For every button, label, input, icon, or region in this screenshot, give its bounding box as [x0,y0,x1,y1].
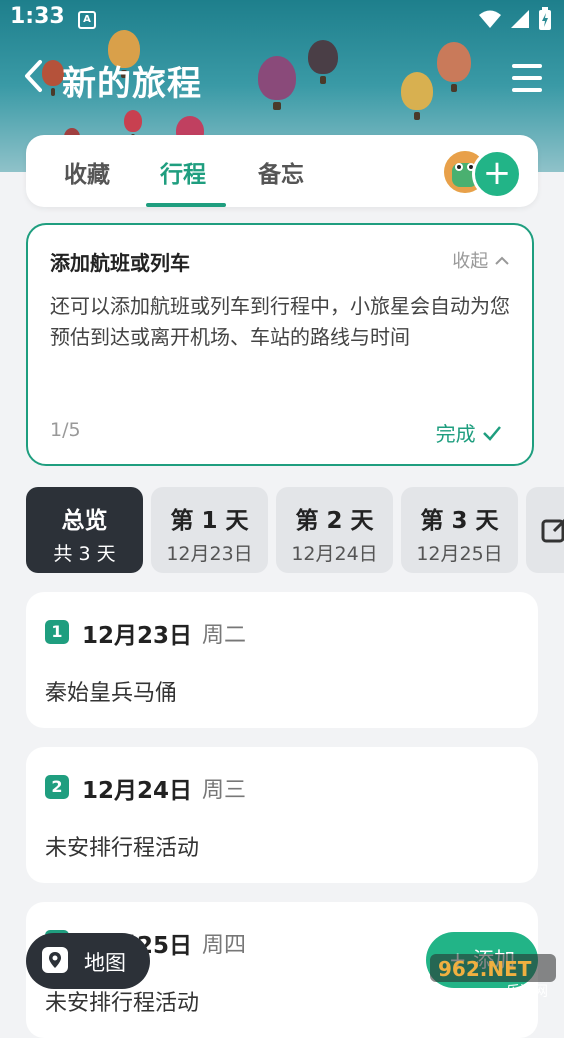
map-button[interactable]: 地图 [26,933,150,989]
done-button[interactable]: 完成 [436,418,502,447]
status-time: 1:33 [10,4,65,29]
add-member-button[interactable]: + [472,149,522,199]
watermark-bottom: 乐游网 [506,984,548,1000]
day-activity[interactable]: 未安排行程活动 [45,985,199,1017]
day-tab-label: 第 1 天 [151,501,268,535]
day-tab-sub: 12月25日 [401,539,518,566]
day-weekday: 周四 [202,927,246,959]
collapse-button[interactable]: 收起 [452,247,510,273]
tab-bar: 收藏 行程 备忘 + [26,135,538,207]
edit-days-button[interactable] [526,487,564,573]
day-number-badge: 2 [45,775,69,799]
watermark-top: 962.NET [438,957,532,981]
tab-favorites[interactable]: 收藏 [64,155,110,189]
day-weekday: 周三 [202,772,246,804]
wifi-icon [478,9,502,29]
balloon-decoration [308,40,338,74]
day-weekday: 周二 [202,617,246,649]
done-label: 完成 [436,422,476,446]
map-label: 地图 [84,947,126,977]
map-icon [40,945,70,975]
day-card[interactable]: 1 12月23日 周二 秦始皇兵马俑 [26,592,538,728]
active-tab-indicator [146,203,226,207]
day-tab-3[interactable]: 第 3 天 12月25日 [401,487,518,573]
edit-icon [540,515,564,545]
chevron-up-icon [494,255,510,267]
status-icons [478,7,552,31]
day-tab-sub: 12月24日 [276,539,393,566]
day-date: 12月23日 [82,616,192,650]
check-icon [482,425,502,441]
tab-memo[interactable]: 备忘 [258,155,304,189]
menu-icon[interactable] [512,64,542,96]
day-tab-1[interactable]: 第 1 天 12月23日 [151,487,268,573]
balloon-decoration [401,72,433,110]
day-activity[interactable]: 未安排行程活动 [45,830,199,862]
day-tab-sub: 12月23日 [151,539,268,566]
day-card[interactable]: 2 12月24日 周三 未安排行程活动 [26,747,538,883]
tip-card: 添加航班或列车 收起 还可以添加航班或列车到行程中，小旅星会自动为您预估到达或离… [26,223,534,466]
day-number-badge: 1 [45,620,69,644]
day-tab-overview[interactable]: 总览 共 3 天 [26,487,143,573]
notification-icon: A [78,11,96,29]
day-activity[interactable]: 秦始皇兵马俑 [45,675,177,707]
watermark-logo: 962.NET 乐游网 [430,952,560,1000]
tab-itinerary[interactable]: 行程 [160,155,206,189]
day-date: 12月24日 [82,771,192,805]
balloon-decoration [437,42,471,82]
day-tab-sub: 共 3 天 [26,539,143,566]
back-icon[interactable] [22,58,62,98]
tip-body: 还可以添加航班或列车到行程中，小旅星会自动为您预估到达或离开机场、车站的路线与时… [50,291,516,353]
tip-counter: 1/5 [50,419,81,441]
status-bar: 1:33 A [0,0,564,38]
day-tab-label: 总览 [26,501,143,535]
battery-icon [538,7,552,31]
day-tab-label: 第 3 天 [401,501,518,535]
day-tab-2[interactable]: 第 2 天 12月24日 [276,487,393,573]
balloon-decoration [258,56,296,100]
tip-title: 添加航班或列车 [50,247,190,276]
day-selector: 总览 共 3 天 第 1 天 12月23日 第 2 天 12月24日 第 3 天… [26,487,564,573]
signal-icon [510,9,530,29]
day-tab-label: 第 2 天 [276,501,393,535]
page-title: 新的旅程 [62,56,202,105]
balloon-decoration [124,110,142,132]
collapse-label: 收起 [452,251,488,272]
